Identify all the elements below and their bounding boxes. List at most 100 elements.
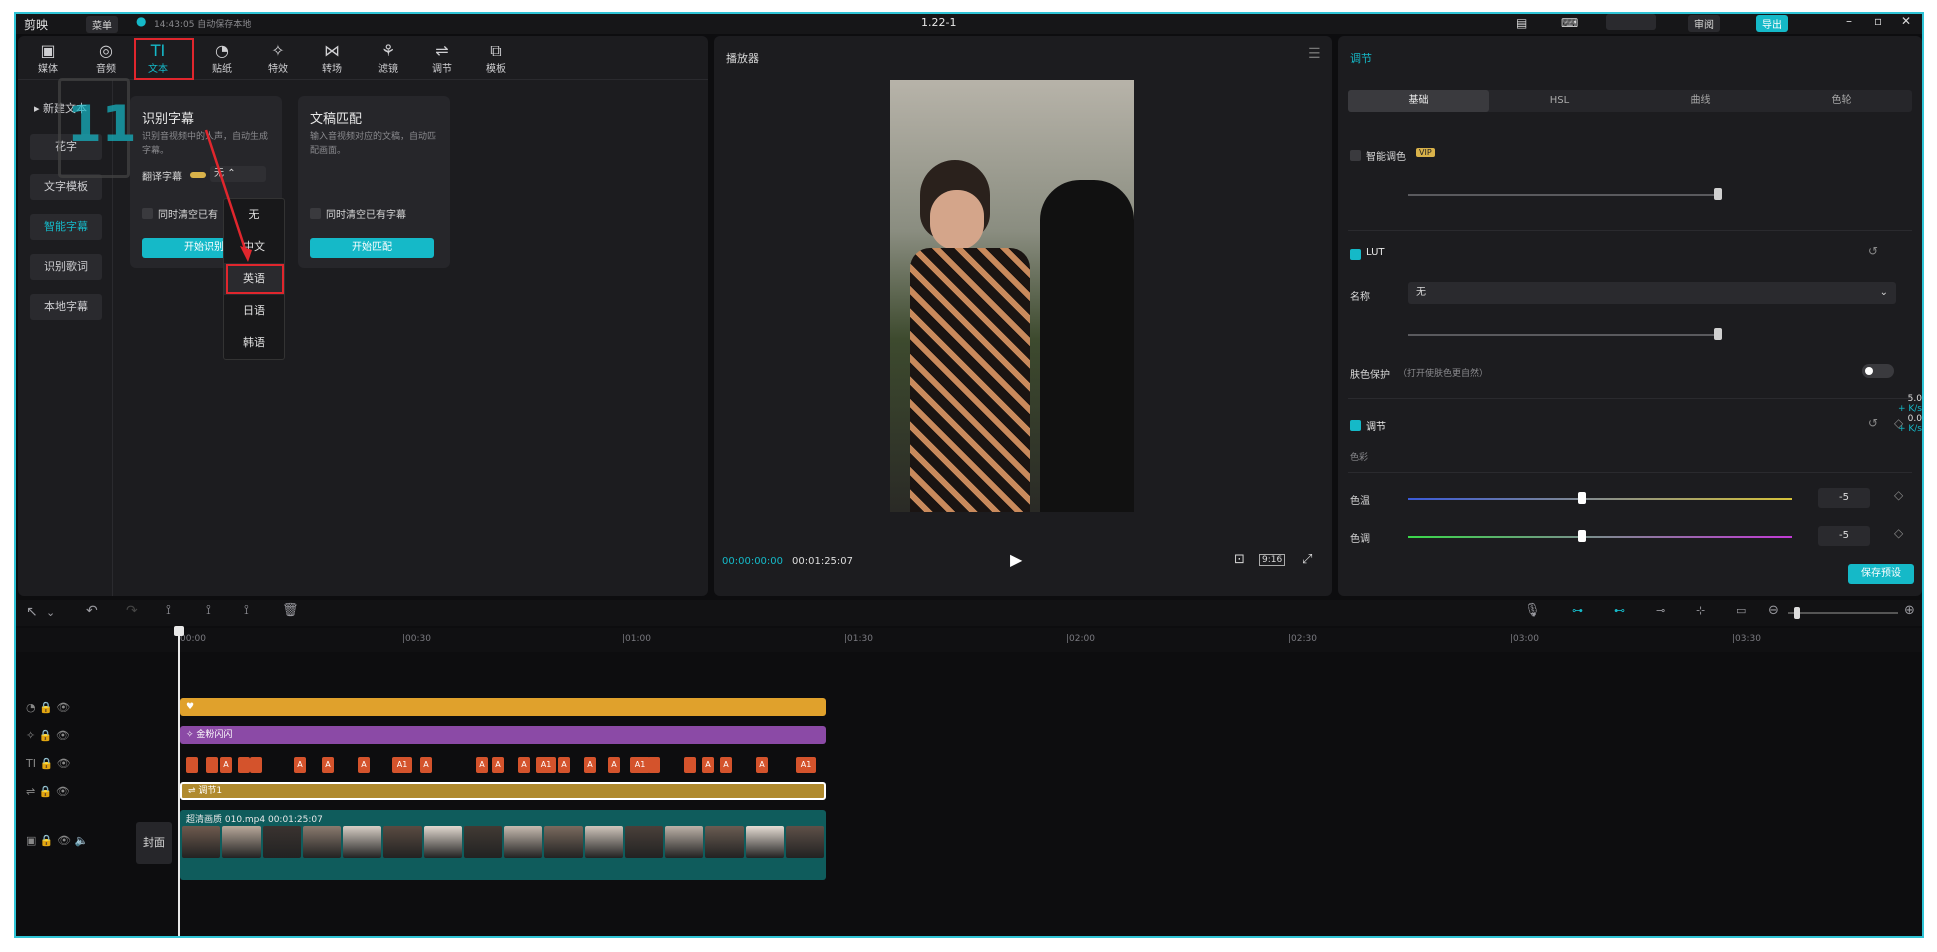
- text-caption-clip[interactable]: A1: [630, 757, 650, 773]
- eye-icon[interactable]: 👁: [56, 729, 70, 742]
- cover-button[interactable]: 封面: [136, 822, 172, 864]
- text-caption-clip[interactable]: A: [420, 757, 432, 773]
- text-caption-clip[interactable]: A1: [536, 757, 556, 773]
- slider-handle[interactable]: [1578, 530, 1586, 542]
- undo-icon[interactable]: ↶: [86, 603, 98, 619]
- chain-icon[interactable]: ⊸: [1656, 604, 1665, 617]
- lock-icon[interactable]: 🔒: [39, 701, 53, 714]
- text-caption-clip[interactable]: A: [322, 757, 334, 773]
- eye-icon[interactable]: 👁: [57, 834, 71, 847]
- text-caption-clip[interactable]: A: [220, 757, 232, 773]
- volume-icon[interactable]: 🔈: [75, 834, 89, 847]
- clear-existing-checkbox[interactable]: [310, 208, 321, 219]
- language-option[interactable]: 韩语: [224, 327, 284, 359]
- text-caption-clip[interactable]: [684, 757, 696, 773]
- select-tool-icon[interactable]: ↖: [26, 604, 38, 620]
- split-left-icon[interactable]: ⟟: [206, 603, 211, 618]
- split-right-icon[interactable]: ⟟: [244, 603, 249, 618]
- temperature-slider[interactable]: [1408, 498, 1792, 500]
- effect-clip[interactable]: ✧ 金粉闪闪: [180, 726, 826, 744]
- lut-name-select[interactable]: 无 ⌄: [1408, 282, 1896, 304]
- text-caption-clip[interactable]: A: [492, 757, 504, 773]
- keyframe-icon[interactable]: ◇: [1894, 526, 1903, 540]
- redo-icon[interactable]: ↷: [126, 603, 138, 619]
- eye-icon[interactable]: 👁: [56, 785, 70, 798]
- expand-icon[interactable]: ⤢: [1302, 552, 1312, 567]
- magnet-icon[interactable]: ⊷: [1614, 604, 1625, 617]
- pro-button[interactable]: [1606, 14, 1656, 30]
- preview-axis-icon[interactable]: ⊹: [1696, 604, 1705, 617]
- reset-icon[interactable]: ↺: [1868, 244, 1878, 258]
- clear-existing-checkbox[interactable]: [142, 208, 153, 219]
- shortcut-icon[interactable]: ⌨: [1561, 16, 1578, 30]
- sidebar-item-local-caption[interactable]: 本地字幕: [30, 294, 102, 320]
- timeline-ruler[interactable]: 00:00 |00:30 |01:00 |01:30 |02:00 |02:30…: [16, 628, 1922, 652]
- text-caption-clip[interactable]: A: [358, 757, 370, 773]
- lut-intensity-slider[interactable]: [1408, 334, 1718, 336]
- maximize-icon[interactable]: ▫: [1874, 14, 1882, 28]
- toolbar-template[interactable]: ⧉ 模板: [472, 42, 520, 76]
- text-caption-clip[interactable]: [648, 757, 660, 773]
- save-preset-button[interactable]: 保存预设: [1848, 564, 1914, 584]
- toolbar-sticker[interactable]: ◔ 贴纸: [198, 42, 246, 76]
- tab-curves[interactable]: 曲线: [1630, 90, 1771, 112]
- skin-protect-toggle[interactable]: [1862, 364, 1894, 378]
- text-caption-clip[interactable]: A: [720, 757, 732, 773]
- lock-icon[interactable]: 🔒: [40, 834, 54, 847]
- language-option[interactable]: 日语: [224, 295, 284, 327]
- text-caption-clip[interactable]: A: [584, 757, 596, 773]
- sticker-clip[interactable]: ♥: [180, 698, 826, 716]
- eye-icon[interactable]: 👁: [57, 757, 71, 770]
- minimize-icon[interactable]: –: [1846, 14, 1852, 28]
- slider-handle[interactable]: [1578, 492, 1586, 504]
- sidebar-item-smart-caption[interactable]: 智能字幕: [30, 214, 102, 240]
- text-caption-clip[interactable]: [186, 757, 198, 773]
- lock-icon[interactable]: 🔒: [39, 729, 53, 742]
- reset-icon[interactable]: ↺: [1868, 416, 1878, 430]
- text-caption-clip[interactable]: A: [608, 757, 620, 773]
- text-caption-clip[interactable]: A: [756, 757, 768, 773]
- text-caption-clip[interactable]: A1: [796, 757, 816, 773]
- toolbar-effects[interactable]: ✧ 特效: [254, 42, 302, 76]
- split-icon[interactable]: ⟟: [166, 603, 171, 618]
- toolbar-filter[interactable]: ⚘ 滤镜: [364, 42, 412, 76]
- toolbar-adjust[interactable]: ⇌ 调节: [418, 42, 466, 76]
- share-button[interactable]: 审阅: [1688, 15, 1720, 32]
- link-icon[interactable]: ⊶: [1572, 604, 1583, 617]
- caption-icon[interactable]: ▭: [1736, 604, 1746, 617]
- lut-checkbox[interactable]: [1350, 249, 1361, 260]
- text-caption-clip[interactable]: [206, 757, 218, 773]
- temperature-value[interactable]: -5: [1818, 488, 1870, 508]
- tab-color-wheel[interactable]: 色轮: [1771, 90, 1912, 112]
- lock-icon[interactable]: 🔒: [39, 757, 53, 770]
- text-caption-clip[interactable]: A: [476, 757, 488, 773]
- smart-color-slider[interactable]: [1408, 194, 1718, 196]
- toolbar-transition[interactable]: ⋈ 转场: [308, 42, 356, 76]
- play-icon[interactable]: ▶: [1010, 550, 1022, 569]
- lock-icon[interactable]: 🔒: [39, 785, 53, 798]
- menu-icon[interactable]: ☰: [1308, 46, 1321, 62]
- tab-basic[interactable]: 基础: [1348, 90, 1489, 112]
- video-preview[interactable]: [890, 80, 1134, 512]
- tint-slider[interactable]: [1408, 536, 1792, 538]
- video-clip[interactable]: 超清画质 010.mp4 00:01:25:07: [180, 810, 826, 880]
- zoom-out-icon[interactable]: ⊖: [1768, 603, 1779, 618]
- text-caption-clip[interactable]: A: [294, 757, 306, 773]
- start-match-button[interactable]: 开始匹配: [310, 238, 434, 258]
- layout-icon[interactable]: ▤: [1516, 16, 1527, 30]
- text-caption-clip[interactable]: A: [702, 757, 714, 773]
- text-caption-clip[interactable]: [238, 757, 250, 773]
- text-caption-clip[interactable]: [250, 757, 262, 773]
- eye-icon[interactable]: 👁: [56, 701, 70, 714]
- aspect-ratio-button[interactable]: 9:16: [1259, 554, 1286, 566]
- zoom-handle[interactable]: [1794, 607, 1800, 619]
- tab-hsl[interactable]: HSL: [1489, 90, 1630, 112]
- delete-icon[interactable]: 🗑: [282, 603, 299, 618]
- menu-button[interactable]: 菜单: [86, 16, 118, 33]
- smart-color-checkbox[interactable]: [1350, 150, 1361, 161]
- microphone-icon[interactable]: 🎙: [1524, 603, 1541, 618]
- zoom-slider[interactable]: [1788, 612, 1898, 614]
- close-icon[interactable]: ✕: [1901, 14, 1911, 28]
- sidebar-item-lyrics[interactable]: 识别歌词: [30, 254, 102, 280]
- text-caption-clip[interactable]: A: [558, 757, 570, 773]
